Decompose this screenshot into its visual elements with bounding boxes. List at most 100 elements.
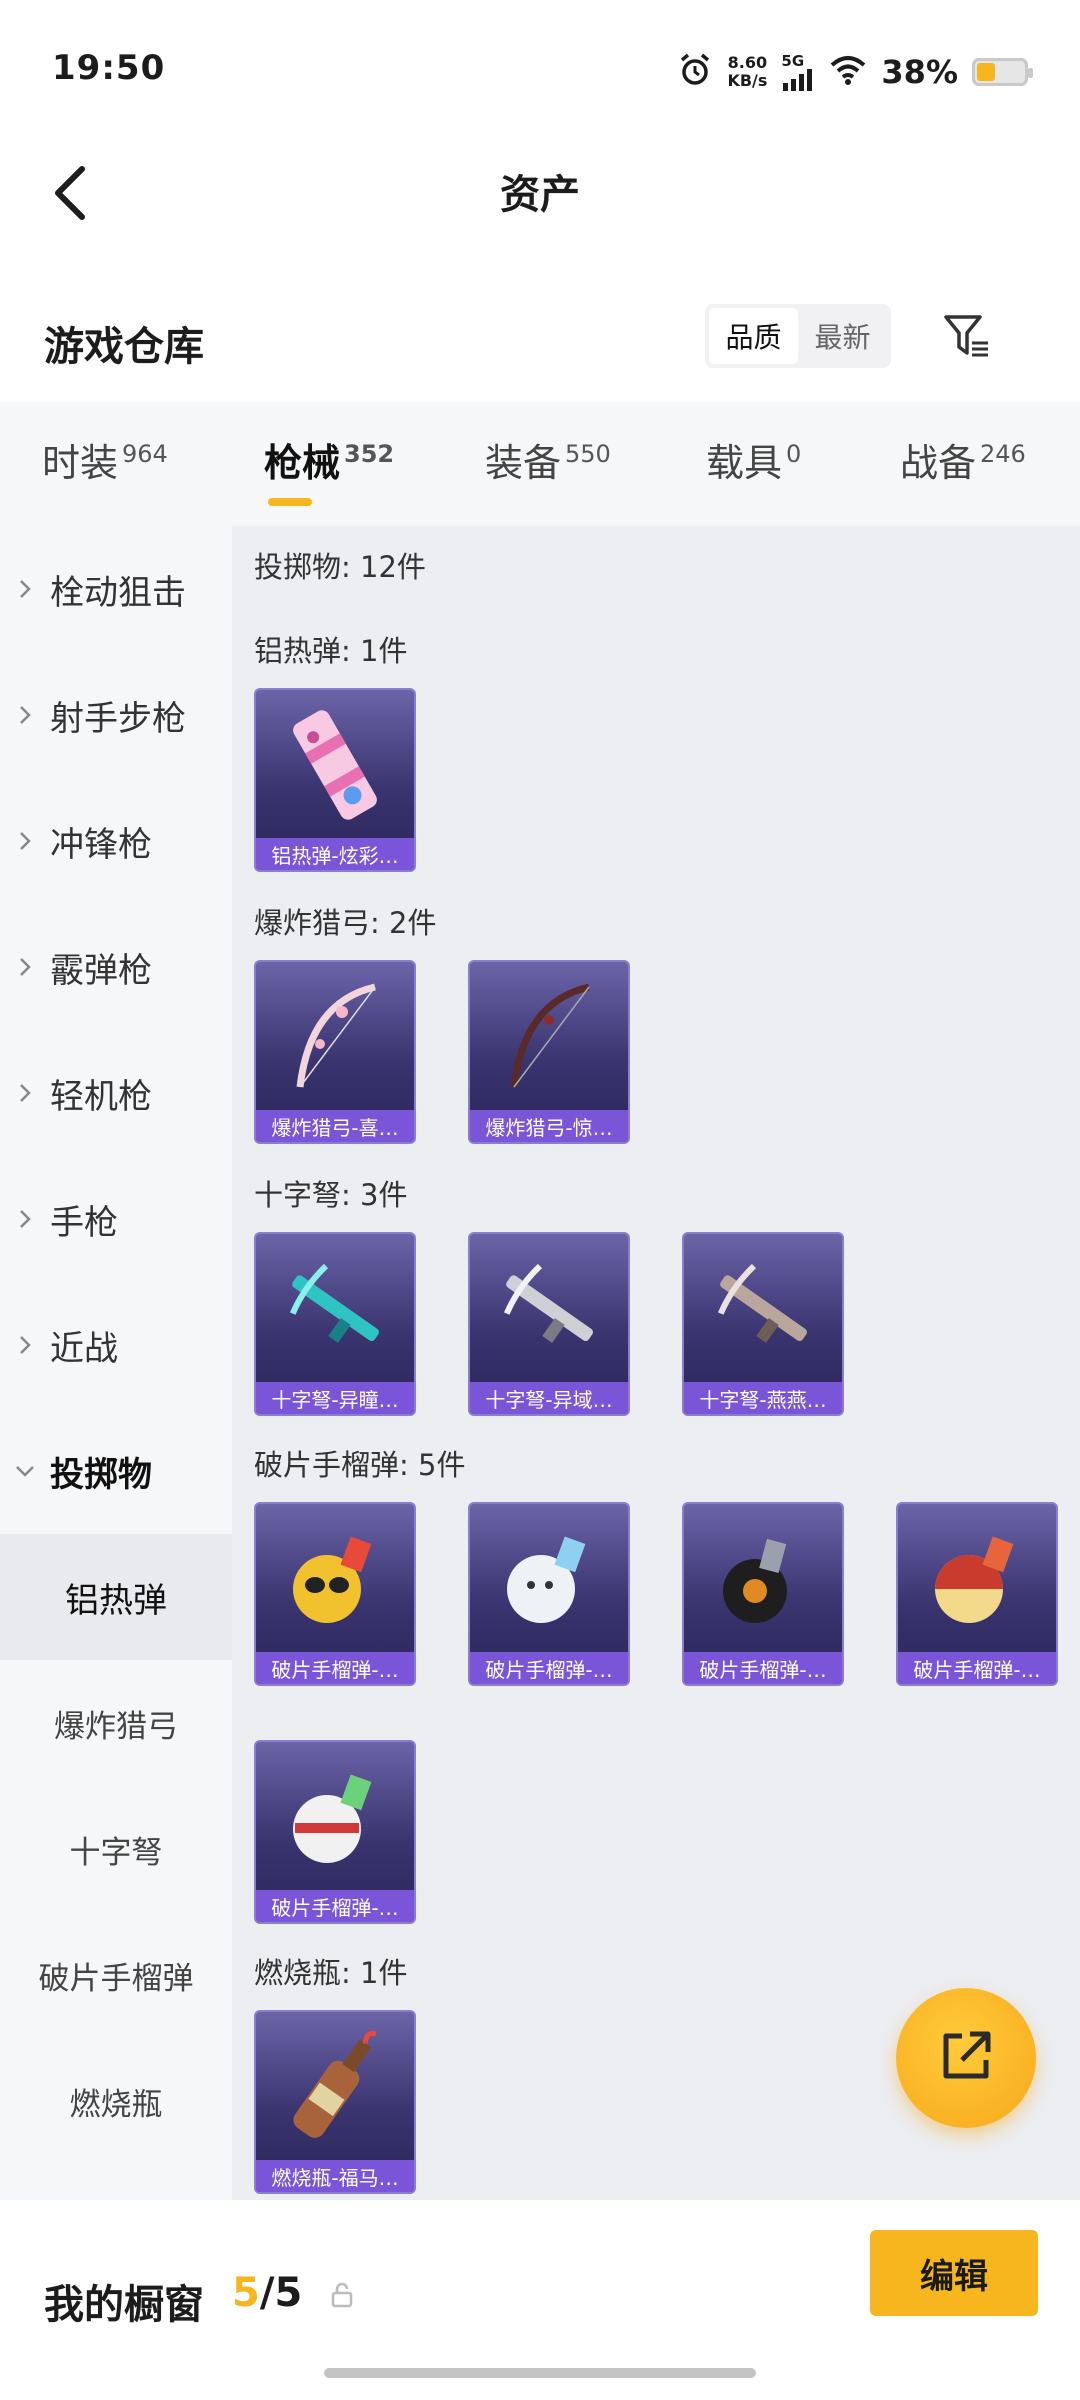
sidebar-item-marksman-rifle[interactable]: 射手步枪 bbox=[0, 652, 232, 778]
item-caption: 破片手榴弹-… bbox=[684, 1652, 842, 1684]
item-card[interactable]: 破片手榴弹-… bbox=[896, 1502, 1058, 1686]
tab-firearms[interactable]: 枪械 352 bbox=[264, 432, 394, 487]
item-caption: 十字弩-异域… bbox=[470, 1382, 628, 1414]
tab-label: 时装 bbox=[42, 441, 119, 485]
chevron-right-icon bbox=[0, 1208, 50, 1230]
tab-vehicles[interactable]: 载具 0 bbox=[706, 432, 801, 487]
lock-icon bbox=[330, 2282, 354, 2312]
item-card[interactable]: 十字弩-异域… bbox=[468, 1232, 630, 1416]
sidebar-item-label: 轻机枪 bbox=[50, 1076, 152, 1117]
tab-label: 载具 bbox=[706, 441, 783, 485]
sidebar-sub-thermite[interactable]: 铝热弹 bbox=[0, 1534, 232, 1660]
sidebar-sub-explosive-bow[interactable]: 爆炸猎弓 bbox=[0, 1660, 232, 1786]
share-fab[interactable] bbox=[896, 1988, 1036, 2128]
chevron-down-icon bbox=[0, 1464, 50, 1478]
sidebar-item-bolt-sniper[interactable]: 栓动狙击 bbox=[0, 526, 232, 652]
crossbow-item-image bbox=[684, 1234, 842, 1384]
wifi-icon bbox=[829, 54, 867, 90]
item-card[interactable]: 十字弩-燕燕… bbox=[682, 1232, 844, 1416]
tab-count: 352 bbox=[344, 440, 395, 468]
grenade-item-image bbox=[256, 1742, 414, 1892]
chevron-right-icon bbox=[0, 956, 50, 978]
showcase-total: 5 bbox=[274, 2270, 303, 2316]
sidebar-item-label: 射手步枪 bbox=[50, 698, 186, 739]
network-type: 5G bbox=[781, 51, 805, 70]
share-external-icon bbox=[936, 2026, 996, 2090]
item-caption: 破片手榴弹-… bbox=[898, 1652, 1056, 1684]
bow-item-image bbox=[256, 962, 414, 1112]
group-label: 铝热弹: 1件 bbox=[254, 634, 408, 668]
item-caption: 铝热弹-炫彩… bbox=[256, 838, 414, 870]
grenade-item-image bbox=[898, 1504, 1056, 1654]
status-icons: 8.60 KB/s 5G 38% bbox=[677, 50, 1033, 94]
sidebar-sub-frag-grenade[interactable]: 破片手榴弹 bbox=[0, 1912, 232, 2038]
sidebar-item-smg[interactable]: 冲锋枪 bbox=[0, 778, 232, 904]
item-caption: 十字弩-异瞳… bbox=[256, 1382, 414, 1414]
chevron-right-icon bbox=[0, 578, 50, 600]
tab-label: 装备 bbox=[485, 441, 562, 485]
sidebar-item-label: 手枪 bbox=[50, 1202, 118, 1243]
chevron-right-icon bbox=[0, 704, 50, 726]
item-grid: 投掷物: 12件 铝热弹: 1件 铝热弹-炫彩… 爆炸猎弓: 2件 爆炸猎弓-喜… bbox=[232, 526, 1080, 2200]
tab-count: 0 bbox=[786, 440, 802, 468]
item-card[interactable]: 破片手榴弹-… bbox=[254, 1740, 416, 1924]
item-card[interactable]: 爆炸猎弓-喜… bbox=[254, 960, 416, 1144]
sidebar-item-label: 冲锋枪 bbox=[50, 824, 152, 865]
sidebar-item-label: 近战 bbox=[50, 1328, 118, 1369]
home-indicator bbox=[324, 2368, 756, 2378]
molotov-item-image bbox=[256, 2012, 414, 2162]
filter-button[interactable] bbox=[935, 306, 999, 370]
grenade-item-image bbox=[684, 1504, 842, 1654]
network-speed-value: 8.60 bbox=[727, 53, 768, 72]
sidebar-item-throwables[interactable]: 投掷物 bbox=[0, 1408, 232, 1534]
tab-battle-gear[interactable]: 战备 246 bbox=[900, 432, 1026, 487]
group-label: 十字弩: 3件 bbox=[254, 1178, 408, 1212]
tab-label: 枪械 bbox=[264, 441, 341, 485]
tab-fashion[interactable]: 时装 964 bbox=[42, 432, 168, 487]
chevron-right-icon bbox=[0, 830, 50, 852]
battery-percent: 38% bbox=[881, 53, 958, 91]
item-card[interactable]: 破片手榴弹-… bbox=[682, 1502, 844, 1686]
bow-item-image bbox=[470, 962, 628, 1112]
sidebar-item-melee[interactable]: 近战 bbox=[0, 1282, 232, 1408]
item-card[interactable]: 破片手榴弹-… bbox=[468, 1502, 630, 1686]
section-title: 游戏仓库 bbox=[44, 324, 204, 370]
network-speed-unit: KB/s bbox=[727, 71, 768, 90]
group-label: 破片手榴弹: 5件 bbox=[254, 1448, 466, 1482]
item-caption: 爆炸猎弓-喜… bbox=[256, 1110, 414, 1142]
tab-count: 246 bbox=[980, 440, 1026, 468]
showcase-count: 5/5 bbox=[232, 2270, 302, 2316]
item-card[interactable]: 铝热弹-炫彩… bbox=[254, 688, 416, 872]
page-title: 资产 bbox=[500, 172, 580, 218]
sidebar-item-lmg[interactable]: 轻机枪 bbox=[0, 1030, 232, 1156]
sort-by-newest[interactable]: 最新 bbox=[798, 308, 887, 364]
sidebar-item-shotgun[interactable]: 霰弹枪 bbox=[0, 904, 232, 1030]
item-card[interactable]: 十字弩-异瞳… bbox=[254, 1232, 416, 1416]
edit-button[interactable]: 编辑 bbox=[870, 2230, 1038, 2316]
sort-by-quality[interactable]: 品质 bbox=[709, 308, 798, 364]
group-label: 爆炸猎弓: 2件 bbox=[254, 906, 437, 940]
app-header: 资产 bbox=[0, 140, 1080, 250]
item-card[interactable]: 破片手榴弹-… bbox=[254, 1502, 416, 1686]
item-card[interactable]: 爆炸猎弓-惊… bbox=[468, 960, 630, 1144]
chevron-right-icon bbox=[0, 1334, 50, 1356]
grenade-item-image bbox=[256, 1504, 414, 1654]
group-label: 燃烧瓶: 1件 bbox=[254, 1956, 408, 1990]
filter-icon bbox=[942, 311, 992, 365]
showcase-separator: / bbox=[259, 2270, 275, 2316]
tab-equipment[interactable]: 装备 550 bbox=[485, 432, 611, 487]
tab-count: 964 bbox=[122, 440, 168, 468]
sidebar-item-pistol[interactable]: 手枪 bbox=[0, 1156, 232, 1282]
status-bar: 19:50 8.60 KB/s 5G 38% bbox=[0, 0, 1080, 140]
sidebar-item-label: 投掷物 bbox=[50, 1454, 152, 1495]
sort-toggle: 品质 最新 bbox=[705, 304, 891, 368]
tab-label: 战备 bbox=[900, 441, 977, 485]
sidebar-sub-molotov[interactable]: 燃烧瓶 bbox=[0, 2038, 232, 2164]
item-card[interactable]: 燃烧瓶-福马… bbox=[254, 2010, 416, 2194]
showcase-label: 我的橱窗 bbox=[44, 2282, 204, 2328]
item-caption: 破片手榴弹-… bbox=[256, 1652, 414, 1684]
sidebar-sub-crossbow[interactable]: 十字弩 bbox=[0, 1786, 232, 1912]
category-tabs: 时装 964 枪械 352 装备 550 载具 0 战备 246 bbox=[0, 402, 1080, 526]
sidebar: 栓动狙击 射手步枪 冲锋枪 霰弹枪 轻机枪 手枪 近战 投掷物 铝热弹 爆炸猎弓… bbox=[0, 526, 232, 2200]
item-caption: 破片手榴弹-… bbox=[256, 1890, 414, 1922]
